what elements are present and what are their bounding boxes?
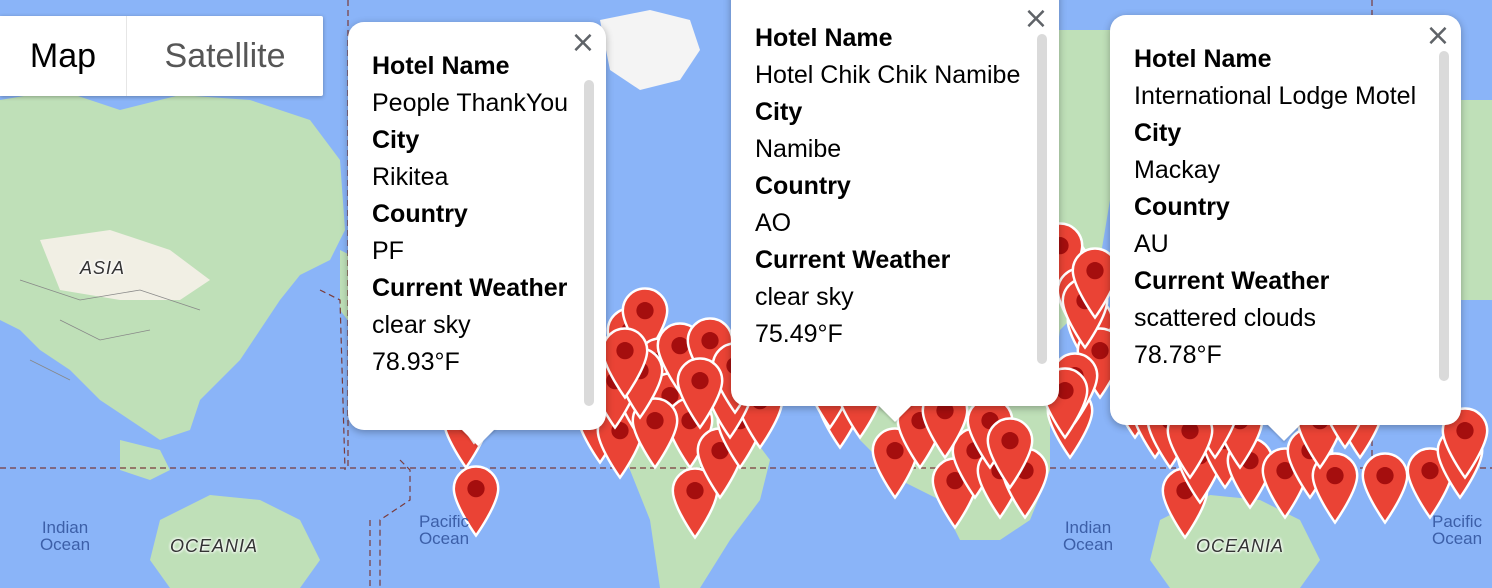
continent-label-oceania-right: OCEANIA — [1196, 536, 1285, 556]
weather-label: Current Weather — [755, 246, 951, 274]
info-window-content: Hotel Name International Lodge Motel Cit… — [1134, 41, 1416, 374]
city-value: Mackay — [1134, 156, 1221, 184]
hotel-name-value: People ThankYou — [372, 89, 569, 117]
country-value: PF — [372, 237, 404, 265]
info-window-tail — [1266, 423, 1302, 441]
map-type-map-button[interactable]: Map — [0, 16, 126, 96]
info-window-content: Hotel Name Hotel Chik Chik Namibe City N… — [755, 20, 1020, 353]
hotel-name-value: Hotel Chik Chik Namibe — [755, 61, 1021, 89]
country-value: AO — [755, 209, 792, 237]
country-label: Country — [372, 200, 468, 228]
hotel-name-value: International Lodge Motel — [1134, 82, 1417, 110]
temperature-value: 75.49°F — [755, 320, 843, 348]
info-window-scrollbar[interactable] — [1037, 34, 1047, 364]
close-icon[interactable]: × — [568, 28, 598, 58]
country-label: Country — [1134, 193, 1230, 221]
hotel-name-label: Hotel Name — [755, 24, 893, 52]
info-window-scrollbar[interactable] — [584, 80, 594, 406]
temperature-value: 78.78°F — [1134, 341, 1222, 369]
info-window-namibe: Hotel Name Hotel Chik Chik Namibe City N… — [731, 0, 1059, 422]
city-label: City — [1134, 119, 1182, 147]
map-type-control: Map Satellite — [0, 16, 323, 96]
ocean-label-indian-right: Indian Ocean — [1062, 518, 1114, 554]
weather-value: clear sky — [372, 311, 471, 339]
ocean-label-indian-left: Indian Ocean — [39, 518, 91, 554]
city-label: City — [372, 126, 420, 154]
continent-label-asia: ASIA — [80, 258, 126, 278]
country-value: AU — [1134, 230, 1169, 258]
city-value: Namibe — [755, 135, 842, 163]
map-type-satellite-button[interactable]: Satellite — [126, 16, 323, 96]
weather-label: Current Weather — [1134, 267, 1330, 295]
close-icon[interactable]: × — [1021, 4, 1051, 34]
hotel-name-label: Hotel Name — [1134, 45, 1272, 73]
close-icon[interactable]: × — [1423, 21, 1453, 51]
info-window-content: Hotel Name People ThankYou City Rikitea … — [372, 48, 568, 381]
ocean-label-pacific-mid: Pacific Ocean — [418, 512, 470, 548]
city-value: Rikitea — [372, 163, 449, 191]
ocean-label-pacific-right: Pacific Ocean — [1432, 512, 1483, 548]
country-label: Country — [755, 172, 851, 200]
temperature-value: 78.93°F — [372, 348, 460, 376]
weather-value: scattered clouds — [1134, 304, 1317, 332]
info-window-tail — [877, 404, 913, 422]
info-window-rikitea: Hotel Name People ThankYou City Rikitea … — [348, 22, 606, 446]
land-asia-right — [1460, 100, 1492, 300]
hotel-name-label: Hotel Name — [372, 52, 510, 80]
weather-value: clear sky — [755, 283, 854, 311]
info-window-scrollbar[interactable] — [1439, 51, 1449, 381]
weather-label: Current Weather — [372, 274, 568, 302]
info-window-tail — [460, 428, 496, 446]
continent-label-oceania-left: OCEANIA — [170, 536, 259, 556]
city-label: City — [755, 98, 803, 126]
info-window-mackay: Hotel Name International Lodge Motel Cit… — [1110, 15, 1461, 441]
